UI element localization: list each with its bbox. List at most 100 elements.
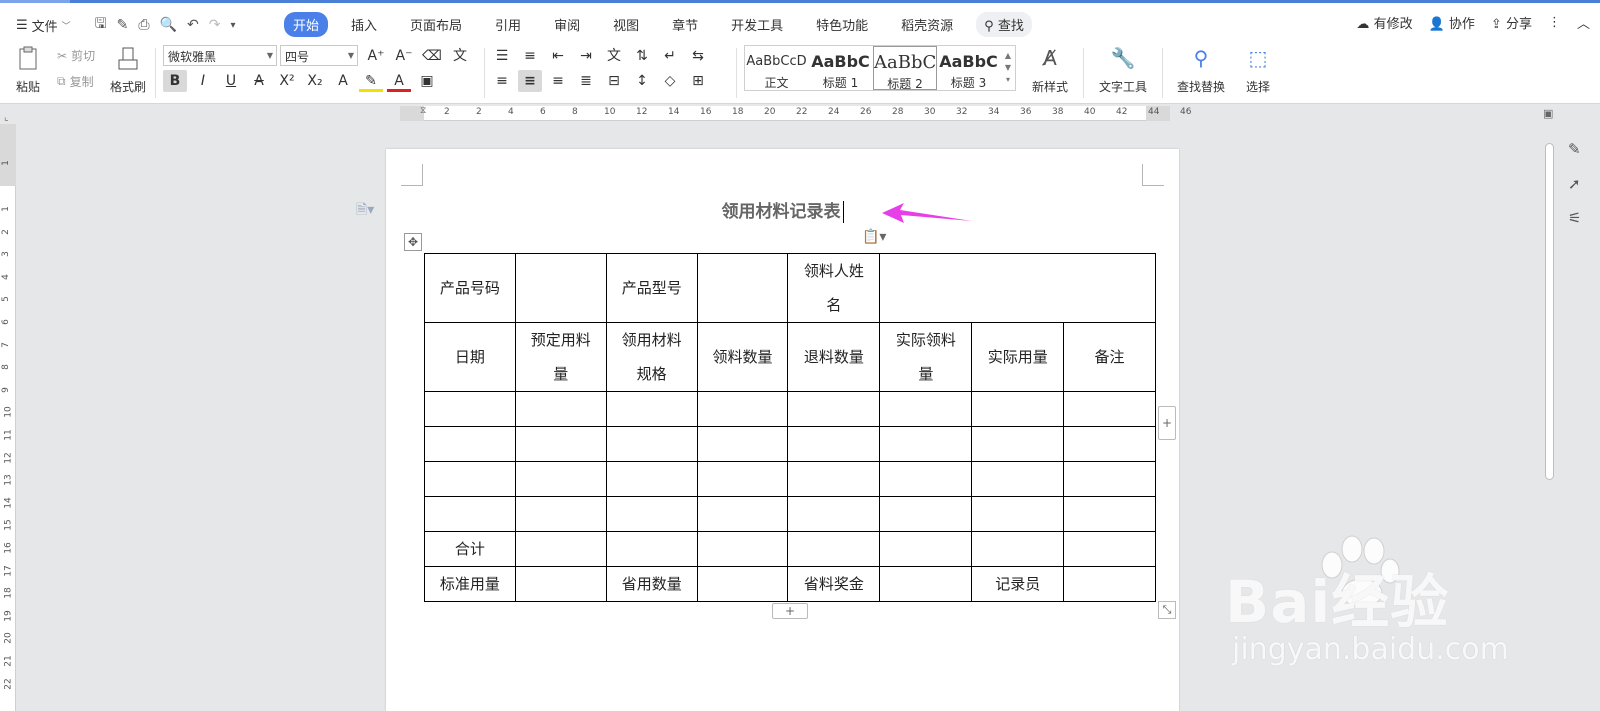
table-cell[interactable] [424,496,516,532]
table-cell[interactable] [971,461,1065,497]
table-cell[interactable] [787,531,881,567]
table-cell[interactable] [605,461,698,497]
table-cell[interactable] [696,426,789,462]
collapse-ribbon-icon[interactable]: ︿ [1577,13,1590,32]
superscript-icon[interactable]: X² [275,70,299,92]
table-cell[interactable] [696,566,789,602]
table-cell[interactable]: 合计 [424,531,516,567]
table-cell[interactable] [879,531,973,567]
table-cell[interactable] [514,426,607,462]
paste-options-icon[interactable]: 📋▾ [862,229,886,245]
phonetic-icon[interactable]: 文 [448,45,472,67]
bullet-list-icon[interactable]: ☰ [490,45,514,67]
collab-button[interactable]: 👤 协作 [1429,13,1475,32]
align-left-icon[interactable]: ≡ [490,70,514,92]
table-cell[interactable]: 备注 [1063,322,1156,392]
italic-icon[interactable]: I [191,70,215,92]
table-cell[interactable] [879,391,973,427]
table-cell[interactable] [696,253,789,323]
table-cell[interactable] [787,496,881,532]
table-cell[interactable] [424,461,516,497]
table-cell[interactable] [971,426,1065,462]
highlight-icon[interactable]: ✎ [359,70,383,92]
modified-button[interactable]: ☁ 有修改 [1356,13,1412,32]
style-gallery-scroll[interactable]: ▲ ▼ ▾ [1001,46,1015,90]
clear-format-icon[interactable]: ⌫ [420,45,444,67]
table-cell[interactable]: 产品型号 [605,253,698,323]
font-size-select[interactable]: 四号 ▼ [280,45,358,66]
undo-icon[interactable]: ↶ [187,17,199,33]
panel-toggle-icon[interactable]: ▣ [1543,107,1553,120]
shading-icon[interactable]: ◇ [658,70,682,92]
document-title[interactable]: 领用材料记录表 [386,197,1179,223]
text-effect-icon[interactable]: A [331,70,355,92]
table-cell[interactable]: 省料奖金 [787,566,881,602]
vertical-scrollbar[interactable] [1545,143,1554,480]
add-column-button[interactable]: + [1158,406,1176,440]
line-spacing-icon[interactable]: ↕ [630,70,654,92]
add-row-button[interactable]: + [772,603,808,619]
table-cell[interactable] [971,391,1065,427]
tab-page-layout[interactable]: 页面布局 [400,12,472,37]
print-icon[interactable]: ⎙ [138,17,149,33]
align-center-icon[interactable]: ≡ [518,70,542,92]
table-cell[interactable] [1063,426,1156,462]
tab-section[interactable]: 章节 [662,12,708,37]
strikethrough-icon[interactable]: A [247,70,271,92]
table-cell[interactable]: 标准用量 [424,566,516,602]
borders-icon[interactable]: ⊞ [686,70,710,92]
share-button[interactable]: ⇪ 分享 [1491,13,1532,32]
select-button[interactable]: ⬚ 选择 [1238,46,1278,95]
table-cell[interactable] [696,531,789,567]
table-cell[interactable] [696,461,789,497]
table-resize-handle[interactable]: ⤡ [1158,601,1176,619]
tab-marks-icon[interactable]: ⇆ [686,45,710,67]
tab-insert[interactable]: 插入 [341,12,387,37]
distribute-icon[interactable]: ⊟ [602,70,626,92]
indent-marker[interactable]: ⧖ [420,106,426,116]
table-cell[interactable]: 预定用料量 [514,322,607,392]
table-cell[interactable]: 领用材料规格 [605,322,698,392]
table-cell[interactable] [971,496,1065,532]
table-cell[interactable] [514,531,607,567]
table-cell[interactable] [787,391,881,427]
chinese-layout-icon[interactable]: 文 [602,45,626,67]
table-cell[interactable] [1063,496,1156,532]
underline-icon[interactable]: U [219,70,243,92]
grow-font-icon[interactable]: A⁺ [364,45,388,67]
table-cell[interactable]: 实际领料量 [879,322,973,392]
font-color-icon[interactable]: A [387,70,411,92]
table-cell[interactable] [879,496,973,532]
table-cell[interactable] [879,461,973,497]
font-name-select[interactable]: 微软雅黑 ▼ [163,45,277,66]
table-cell[interactable] [1063,566,1156,602]
style-heading-1[interactable]: AaBbC 标题 1 [809,46,873,90]
pen-icon[interactable]: ✎ [1568,140,1581,158]
cursor-icon[interactable]: ➚ [1568,175,1581,193]
table-cell[interactable] [1063,391,1156,427]
table-cell[interactable]: 记录员 [971,566,1065,602]
table-cell[interactable] [787,461,881,497]
copy-button[interactable]: ⧉ 复制 [57,73,94,90]
table-cell[interactable] [424,391,516,427]
numbered-list-icon[interactable]: ≡ [518,45,542,67]
table-cell[interactable] [696,391,789,427]
table-cell[interactable] [605,531,698,567]
find-replace-button[interactable]: ⚲ 查找替换 [1170,46,1232,95]
show-marks-icon[interactable]: ↵ [658,45,682,67]
save-icon[interactable]: 🖫 [95,13,107,37]
file-menu[interactable]: ☰ 文件 ﹀ [12,14,75,37]
shrink-font-icon[interactable]: A⁻ [392,45,416,67]
bold-icon[interactable]: B [163,70,187,92]
customize-icon[interactable]: ▾ [230,20,235,31]
table-cell[interactable] [879,566,973,602]
decrease-indent-icon[interactable]: ⇤ [546,45,570,67]
style-heading-3[interactable]: AaBbC 标题 3 [937,46,1001,90]
table-cell[interactable] [514,253,607,323]
table-cell[interactable] [605,426,698,462]
table-cell[interactable] [514,566,607,602]
search-button[interactable]: ⚲ 查找 [976,12,1032,37]
table-cell[interactable]: 实际用量 [971,322,1065,392]
format-painter-button[interactable]: 格式刷 [108,46,148,95]
vertical-ruler[interactable]: 1 1 2 3 4 5 6 7 8 9 10 11 12 13 14 15 16 17 18 19 20 21 22 [0,160,16,711]
